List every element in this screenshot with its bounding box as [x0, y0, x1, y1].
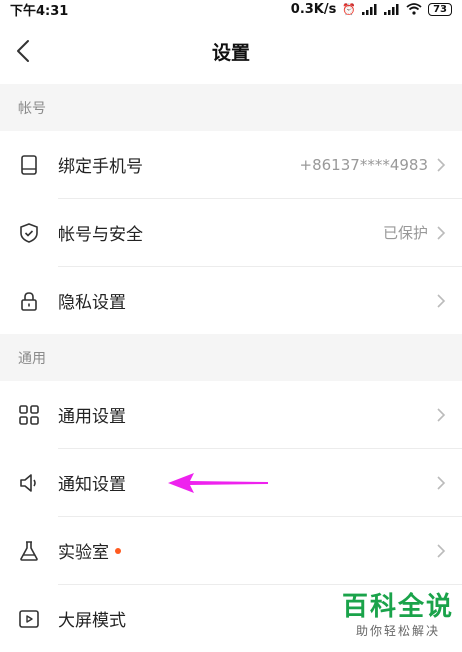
wifi-icon: [406, 3, 422, 15]
grid-icon: [19, 404, 39, 425]
privacy-settings-row[interactable]: 隐私设置: [0, 267, 462, 334]
signal-icon-2: [384, 3, 399, 15]
speaker-icon: [20, 473, 36, 492]
lock-icon: [21, 291, 37, 311]
privacy-settings-label: 隐私设置: [58, 293, 126, 313]
flask-icon: [20, 540, 38, 561]
phone-icon: [21, 154, 37, 175]
big-screen-mode-label: 大屏模式: [58, 611, 126, 631]
signal-icon: [362, 3, 377, 15]
alarm-icon: ⏰: [342, 2, 357, 16]
general-settings-label: 通用设置: [58, 407, 126, 427]
network-speed: 0.3K/s: [290, 1, 337, 17]
status-bar: 下午4:31 0.3K/s ⏰ 73: [0, 0, 462, 19]
bind-phone-label: 绑定手机号: [58, 157, 143, 177]
new-badge-dot: [115, 548, 121, 554]
bind-phone-value: +86137****4983: [299, 155, 428, 174]
play-screen-icon: [19, 609, 39, 628]
section-header-general: 通用: [0, 334, 462, 381]
back-button[interactable]: [8, 36, 38, 66]
bind-phone-row[interactable]: 绑定手机号 +86137****4983: [0, 131, 462, 198]
account-security-label: 帐号与安全: [58, 225, 143, 245]
chevron-right-icon: [437, 157, 446, 172]
chevron-right-icon: [437, 407, 446, 422]
page-title: 设置: [211, 41, 250, 64]
lab-label: 实验室: [58, 538, 121, 563]
lab-label-text: 实验室: [58, 543, 109, 563]
general-settings-row[interactable]: 通用设置: [0, 381, 462, 448]
battery-indicator: 73: [428, 2, 452, 16]
account-security-row[interactable]: 帐号与安全 已保护: [0, 199, 462, 266]
watermark-subtitle: 助你轻松解决: [355, 624, 440, 638]
status-time: 下午4:31: [10, 3, 69, 19]
watermark-title: 百科全说: [341, 592, 454, 622]
chevron-right-icon: [437, 475, 446, 490]
section-header-account: 帐号: [0, 84, 462, 131]
chevron-right-icon: [437, 293, 446, 308]
notification-settings-label: 通知设置: [58, 475, 126, 495]
account-security-value: 已保护: [382, 224, 428, 242]
chevron-right-icon: [437, 543, 446, 558]
nav-bar: 设置: [0, 18, 462, 84]
lab-row[interactable]: 实验室: [0, 517, 462, 584]
chevron-right-icon: [437, 225, 446, 240]
annotation-arrow-icon: [168, 473, 268, 493]
status-icons: 0.3K/s ⏰ 73: [291, 2, 452, 17]
shield-icon: [20, 222, 38, 243]
watermark: 百科全说 助你轻松解决: [338, 592, 458, 639]
chevron-left-icon: [17, 40, 29, 62]
